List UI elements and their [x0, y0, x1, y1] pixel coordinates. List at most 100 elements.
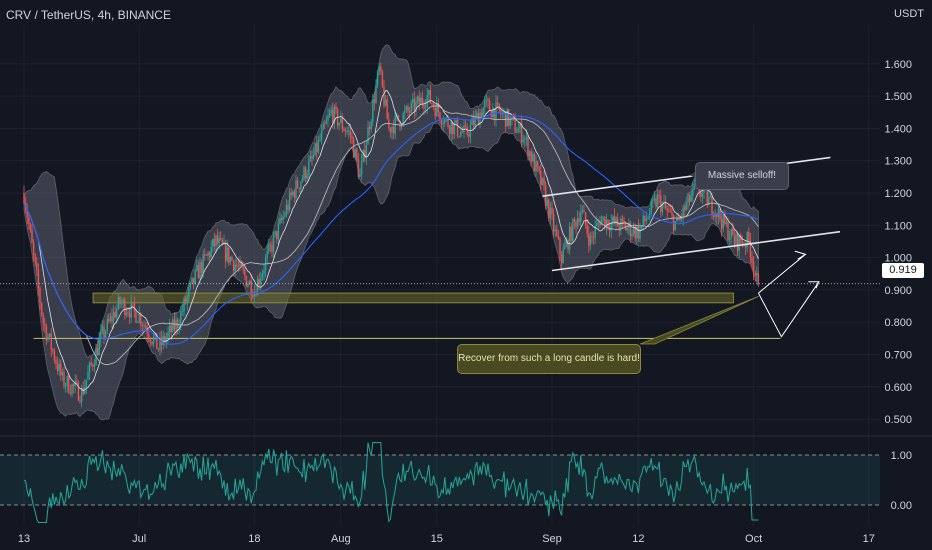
candle-body [96, 347, 99, 356]
candle-body [79, 400, 81, 402]
candle-body [268, 244, 270, 252]
candle-body [570, 226, 572, 241]
candle-body [407, 106, 409, 112]
candle-body [279, 218, 281, 224]
rsi-tick-label-1: 1.00 [891, 450, 912, 462]
candle-body [580, 211, 582, 222]
candle-body [167, 331, 169, 338]
candle-body [468, 134, 470, 137]
candle-body [658, 194, 660, 197]
candle-body [618, 226, 620, 231]
y-tick-label-2: 0.700 [884, 349, 912, 361]
candle-body [380, 66, 382, 71]
candle-body [458, 135, 460, 137]
candle-body [464, 125, 467, 127]
last-price-label: 0.919 [882, 263, 924, 278]
candle-body [119, 297, 121, 304]
y-tick-label-10: 1.500 [884, 91, 912, 103]
candle-body [551, 207, 553, 215]
candle-body [752, 261, 755, 274]
candle-body [660, 196, 662, 213]
candle-body [327, 116, 329, 121]
callout-selloff[interactable]: Massive selloff! [695, 162, 789, 190]
candle-body [485, 99, 488, 101]
candle-body [52, 349, 54, 351]
candle-body [674, 221, 676, 231]
candle-body [285, 205, 288, 216]
candle-body [368, 127, 371, 130]
candle-body [330, 109, 332, 113]
candle-body [717, 208, 720, 218]
candle-body [637, 226, 640, 239]
candle-body [253, 291, 256, 297]
candle-body [442, 123, 444, 125]
candle-body [639, 227, 641, 239]
candle-body [418, 96, 420, 104]
candle-body [381, 70, 384, 87]
candle-body [511, 116, 513, 119]
candle-body [244, 270, 246, 277]
candle-body [562, 249, 564, 264]
candle-body [730, 228, 732, 239]
price-chart[interactable]: 0.5000.6000.7000.8000.9001.0001.1001.200… [0, 0, 932, 550]
callout-recover[interactable]: Recover from such a long candle is hard! [457, 344, 641, 374]
candle-body [482, 107, 484, 118]
candle-body [181, 311, 184, 312]
candle-body [288, 192, 291, 210]
candle-body [487, 99, 489, 101]
candle-body [199, 262, 201, 279]
candle-body [559, 238, 561, 255]
candle-body [45, 325, 48, 341]
candle-body [180, 311, 182, 326]
candle-body [152, 337, 155, 344]
candle-body [722, 213, 724, 229]
candle-body [738, 235, 740, 251]
candle-body [109, 316, 112, 322]
candle-body [556, 229, 558, 236]
candle-body [340, 118, 342, 123]
candle-body [47, 336, 49, 341]
candle-body [412, 99, 414, 103]
candle-body [343, 129, 345, 131]
candle-body [236, 264, 238, 266]
candle-body [642, 215, 644, 226]
candle-body [232, 260, 235, 271]
candle-body [732, 228, 734, 236]
candle-body [325, 120, 328, 124]
candle-body [60, 363, 62, 376]
candle-body [392, 126, 395, 134]
candle-body [567, 240, 569, 250]
candle-body [140, 313, 142, 326]
candle-body [106, 318, 108, 332]
candle-body [125, 312, 128, 316]
candle-body [525, 137, 528, 139]
candle-body [298, 187, 300, 189]
candle-body [101, 326, 104, 331]
candle-body [552, 214, 555, 232]
candle-body [213, 238, 216, 246]
candle-body [540, 170, 542, 185]
candle-body [141, 325, 144, 327]
candle-body [669, 210, 672, 212]
candle-body [284, 215, 286, 217]
candle-body [92, 364, 94, 367]
candle-body [581, 210, 584, 212]
candle-body [111, 316, 113, 322]
candle-body [460, 131, 462, 137]
candle-body [543, 177, 545, 186]
candle-body [373, 99, 376, 103]
candle-body [77, 382, 80, 401]
candle-body [108, 318, 110, 322]
y-tick-label-0: 0.500 [884, 414, 912, 426]
candle-body [352, 138, 355, 158]
candle-body [39, 288, 41, 304]
candle-body [530, 151, 532, 162]
price-unit: USDT [894, 8, 924, 20]
candle-body [560, 254, 563, 264]
candle-body [356, 149, 358, 160]
candle-body [80, 388, 83, 402]
candle-body [583, 210, 585, 213]
candle-body [124, 299, 126, 316]
candle-body [362, 149, 364, 162]
candle-body [341, 118, 344, 130]
